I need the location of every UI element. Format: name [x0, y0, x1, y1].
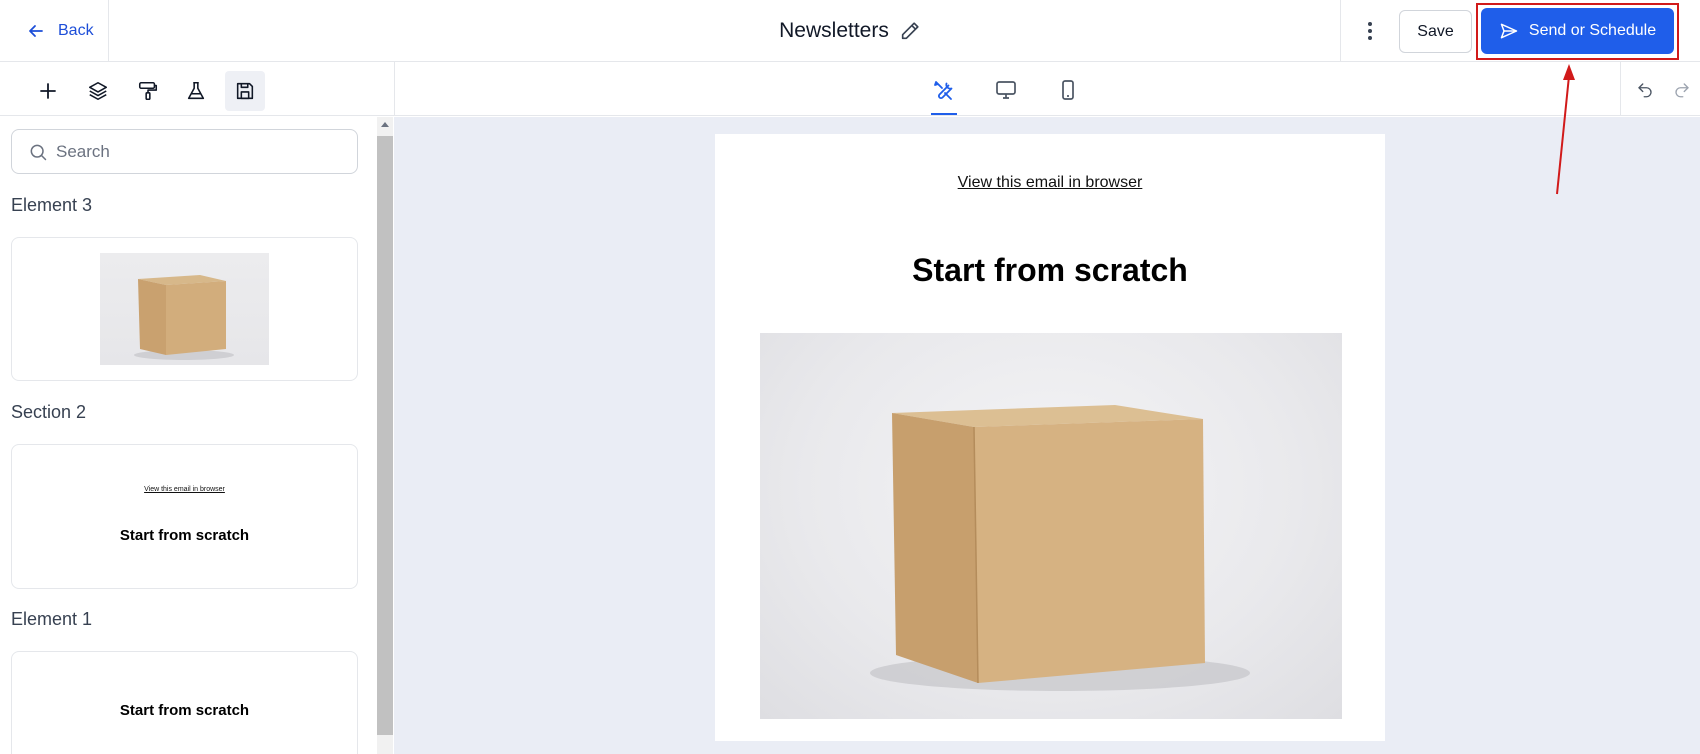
element-3-card[interactable]: [11, 237, 358, 381]
flask-icon: [187, 81, 205, 100]
top-bar: Back Newsletters Save Send or Schedule: [0, 0, 1700, 62]
mobile-icon: [1062, 80, 1074, 100]
test-button[interactable]: [176, 71, 216, 111]
layers-button[interactable]: [78, 71, 118, 111]
arrow-left-icon: [29, 25, 43, 37]
add-button[interactable]: [28, 71, 68, 111]
tab-desktop-preview[interactable]: [987, 70, 1025, 110]
saved-templates-button[interactable]: [225, 71, 265, 111]
page-title: Newsletters: [779, 19, 889, 42]
redo-icon: [1675, 83, 1689, 98]
floppy-disk-icon: [236, 82, 254, 100]
element-1-card[interactable]: Start from scratch: [11, 651, 358, 754]
email-canvas: View this email in browser Start from sc…: [394, 117, 1700, 754]
tab-edit-view[interactable]: [925, 70, 963, 110]
section-2-card[interactable]: View this email in browser Start from sc…: [11, 444, 358, 589]
search-icon: [30, 144, 47, 160]
box-image: [870, 405, 1250, 691]
send-label: Send or Schedule: [1528, 22, 1657, 39]
section-label: Element 1: [11, 609, 93, 629]
redo-button[interactable]: [1668, 76, 1696, 104]
sidebar-scrollbar[interactable]: [377, 117, 393, 754]
toolbar-divider: [394, 62, 395, 116]
undo-icon: [1638, 83, 1652, 98]
layers-icon: [88, 81, 108, 101]
tools-icon: [934, 81, 953, 100]
mini-heading: Start from scratch: [119, 527, 250, 544]
active-tab-indicator: [931, 113, 957, 115]
paint-roller-icon: [138, 81, 158, 101]
tab-baseline: [925, 115, 1083, 116]
header-divider: [1340, 0, 1341, 62]
templates-sidebar: Search Element 3 Section 2 View this ema…: [0, 117, 377, 754]
save-label: Save: [1417, 22, 1454, 40]
editor-toolbar: [0, 62, 1700, 116]
back-label: Back: [58, 22, 94, 39]
mini-link-text: View this email in browser: [144, 486, 225, 493]
send-or-schedule-button[interactable]: Send or Schedule: [1481, 8, 1674, 54]
save-button[interactable]: Save: [1399, 10, 1472, 53]
email-heading[interactable]: Start from scratch: [715, 252, 1385, 289]
kebab-icon: [1368, 22, 1372, 40]
pencil-icon[interactable]: [899, 20, 921, 42]
styles-button[interactable]: [128, 71, 168, 111]
scroll-up-arrow-icon[interactable]: [381, 122, 389, 127]
undo-button[interactable]: [1631, 76, 1659, 104]
box-thumbnail: [100, 253, 269, 365]
box-image: [134, 275, 234, 360]
back-button[interactable]: Back: [0, 0, 109, 62]
view-in-browser-link[interactable]: View this email in browser: [715, 174, 1385, 192]
section-label: Element 3: [11, 195, 93, 215]
mini-heading: Start from scratch: [119, 702, 250, 719]
desktop-icon: [996, 81, 1016, 99]
email-image[interactable]: [760, 333, 1342, 719]
email-preview[interactable]: View this email in browser Start from sc…: [715, 134, 1385, 741]
annotation-arrow: [1556, 64, 1575, 195]
more-options-button[interactable]: [1356, 16, 1384, 46]
search-placeholder: Search: [56, 141, 110, 161]
search-input[interactable]: Search: [11, 129, 358, 174]
section-label: Section 2: [11, 402, 87, 422]
tab-mobile-preview[interactable]: [1049, 70, 1087, 110]
scrollbar-thumb[interactable]: [377, 136, 393, 735]
plus-icon: [40, 83, 56, 99]
send-icon: [1500, 23, 1518, 39]
